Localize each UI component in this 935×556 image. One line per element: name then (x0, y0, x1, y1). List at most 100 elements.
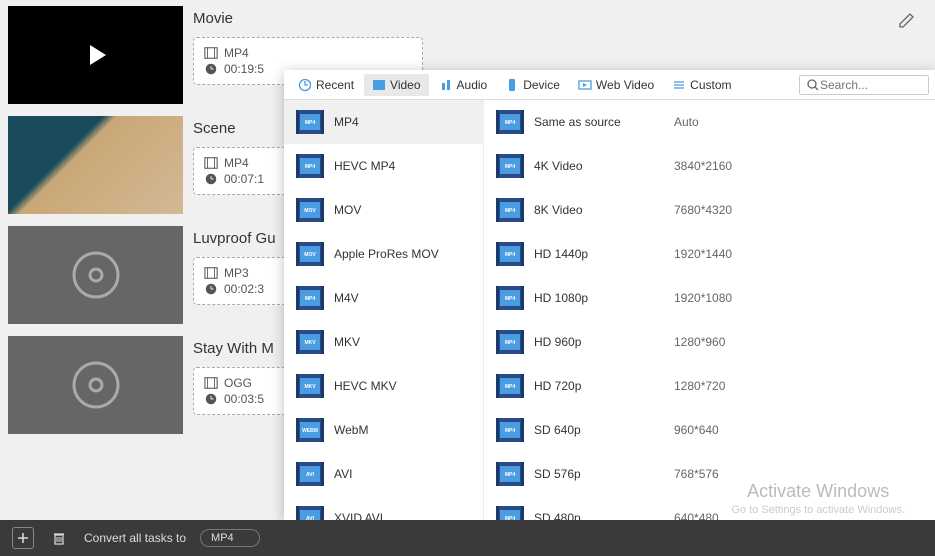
resolution-dimensions: 768*576 (674, 467, 719, 481)
media-format: MP4 (224, 156, 249, 170)
selected-format: MP4 (211, 532, 234, 544)
format-label: MKV (334, 335, 360, 349)
search-icon (806, 78, 820, 92)
delete-button[interactable] (48, 527, 70, 549)
thumbnail-audio (8, 226, 183, 324)
thumbnail-audio (8, 336, 183, 434)
svg-text:MP4: MP4 (505, 120, 516, 126)
edit-button[interactable] (897, 10, 917, 30)
device-icon (505, 78, 519, 92)
format-label: XVID AVI (334, 511, 383, 520)
format-option[interactable]: MKV HEVC MKV (284, 364, 483, 408)
film-badge-icon: MP4 (496, 198, 524, 222)
media-format: MP4 (224, 46, 249, 60)
resolution-label: SD 640p (534, 423, 664, 437)
resolution-label: HD 1080p (534, 291, 664, 305)
media-duration: 00:07:1 (224, 172, 264, 186)
resolution-dimensions: 1920*1080 (674, 291, 732, 305)
film-badge-icon: AVI (296, 462, 324, 486)
tab-recent[interactable]: Recent (290, 74, 362, 96)
pencil-icon (897, 10, 917, 30)
svg-text:AVI: AVI (306, 472, 315, 478)
resolution-option[interactable]: MP4 8K Video 7680*4320 (484, 188, 935, 232)
svg-text:MP4: MP4 (505, 252, 516, 258)
svg-text:MP4: MP4 (505, 384, 516, 390)
search-box[interactable] (799, 75, 929, 95)
media-duration: 00:19:5 (224, 62, 264, 76)
tab-audio[interactable]: Audio (431, 74, 496, 96)
tab-label: Video (390, 78, 420, 92)
film-badge-icon: MP4 (496, 110, 524, 134)
format-option[interactable]: MP4 HEVC MP4 (284, 144, 483, 188)
format-label: MOV (334, 203, 361, 217)
custom-icon (672, 78, 686, 92)
resolution-dimensions: 7680*4320 (674, 203, 732, 217)
resolution-label: SD 480p (534, 511, 664, 520)
resolution-option[interactable]: MP4 HD 960p 1280*960 (484, 320, 935, 364)
format-option[interactable]: AVI AVI (284, 452, 483, 496)
resolution-option[interactable]: MP4 Same as source Auto (484, 100, 935, 144)
video-icon (372, 78, 386, 92)
resolution-label: Same as source (534, 115, 664, 129)
plus-icon (16, 531, 30, 545)
svg-text:MP4: MP4 (505, 296, 516, 302)
clock-icon (204, 172, 218, 186)
format-picker-panel: Recent Video Audio Device Web Video Cust… (284, 70, 935, 520)
svg-text:MP4: MP4 (505, 428, 516, 434)
format-option[interactable]: MKV MKV (284, 320, 483, 364)
search-input[interactable] (820, 78, 920, 92)
svg-text:MP4: MP4 (305, 296, 316, 302)
tab-device[interactable]: Device (497, 74, 568, 96)
svg-text:WEBM: WEBM (302, 428, 318, 434)
tab-custom[interactable]: Custom (664, 74, 739, 96)
format-label: MP4 (334, 115, 359, 129)
resolution-list[interactable]: MP4 Same as source Auto MP4 4K Video 384… (484, 100, 935, 520)
format-option[interactable]: MOV Apple ProRes MOV (284, 232, 483, 276)
film-badge-icon: MP4 (496, 286, 524, 310)
svg-text:MKV: MKV (304, 384, 316, 390)
format-option[interactable]: AVI XVID AVI (284, 496, 483, 520)
format-option[interactable]: MP4 M4V (284, 276, 483, 320)
resolution-option[interactable]: MP4 SD 640p 960*640 (484, 408, 935, 452)
film-badge-icon: MKV (296, 374, 324, 398)
bottom-bar: Convert all tasks to MP4 (0, 520, 935, 556)
film-badge-icon: MKV (296, 330, 324, 354)
clock-icon (204, 62, 218, 76)
media-duration: 00:03:5 (224, 392, 264, 406)
film-icon (204, 46, 218, 60)
tab-video[interactable]: Video (364, 74, 428, 96)
svg-text:MP4: MP4 (505, 164, 516, 170)
film-badge-icon: MP4 (296, 110, 324, 134)
film-badge-icon: MP4 (496, 154, 524, 178)
media-format: OGG (224, 376, 252, 390)
format-list[interactable]: MP4 MP4 MP4 HEVC MP4 MOV MOV MOV Apple P… (284, 100, 484, 520)
tab-web-video[interactable]: Web Video (570, 74, 662, 96)
format-option[interactable]: WEBM WebM (284, 408, 483, 452)
resolution-label: HD 960p (534, 335, 664, 349)
format-option[interactable]: MOV MOV (284, 188, 483, 232)
resolution-dimensions: 640*480 (674, 511, 719, 520)
svg-text:MP4: MP4 (505, 472, 516, 478)
resolution-dimensions: Auto (674, 115, 699, 129)
resolution-option[interactable]: MP4 HD 1440p 1920*1440 (484, 232, 935, 276)
resolution-option[interactable]: MP4 4K Video 3840*2160 (484, 144, 935, 188)
clock-icon (204, 392, 218, 406)
tab-label: Recent (316, 78, 354, 92)
resolution-option[interactable]: MP4 SD 576p 768*576 (484, 452, 935, 496)
add-button[interactable] (12, 527, 34, 549)
resolution-option[interactable]: MP4 SD 480p 640*480 (484, 496, 935, 520)
format-option[interactable]: MP4 MP4 (284, 100, 483, 144)
svg-text:MP4: MP4 (505, 208, 516, 214)
film-badge-icon: MP4 (296, 286, 324, 310)
resolution-dimensions: 1280*720 (674, 379, 725, 393)
tab-label: Device (523, 78, 560, 92)
resolution-label: SD 576p (534, 467, 664, 481)
convert-format-select[interactable]: MP4 (200, 529, 260, 547)
film-badge-icon: MP4 (496, 374, 524, 398)
thumbnail-scene (8, 116, 183, 214)
format-label: M4V (334, 291, 359, 305)
resolution-option[interactable]: MP4 HD 720p 1280*720 (484, 364, 935, 408)
resolution-label: 4K Video (534, 159, 664, 173)
resolution-option[interactable]: MP4 HD 1080p 1920*1080 (484, 276, 935, 320)
clock-icon (204, 282, 218, 296)
